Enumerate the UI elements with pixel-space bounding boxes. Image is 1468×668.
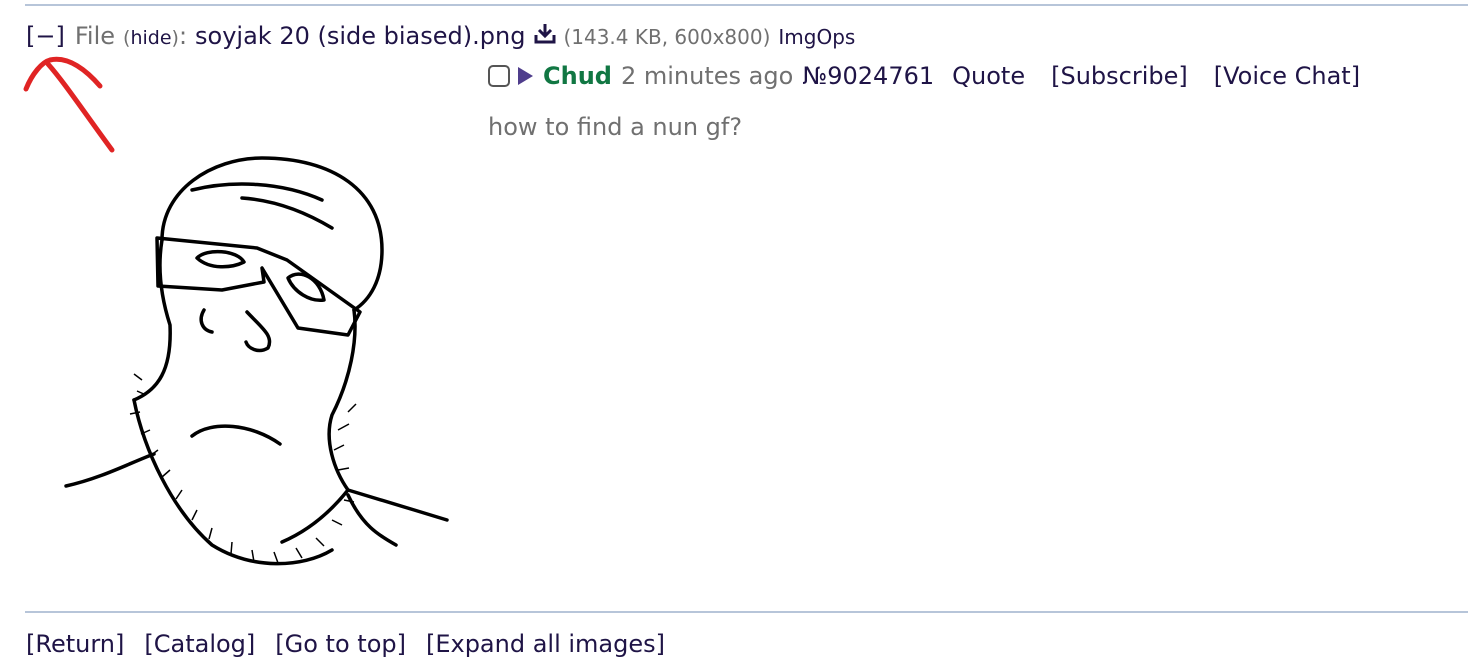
return-link[interactable]: [Return] xyxy=(26,630,124,658)
bottom-navigation: [Return] [Catalog] [Go to top] [Expand a… xyxy=(26,630,685,658)
poster-name: Chud xyxy=(543,62,612,90)
post-select-checkbox[interactable] xyxy=(488,65,510,87)
post-number-link[interactable]: №9024761 xyxy=(802,62,934,90)
download-icon[interactable] xyxy=(533,22,557,44)
subscribe-link[interactable]: [Subscribe] xyxy=(1051,62,1188,90)
expand-all-images-link[interactable]: [Expand all images] xyxy=(426,630,665,658)
post-image-thumbnail[interactable] xyxy=(62,150,452,580)
red-arrow-annotation xyxy=(23,56,115,153)
catalog-link[interactable]: [Catalog] xyxy=(144,630,255,658)
hide-link[interactable]: hide xyxy=(130,27,171,49)
file-meta: (143.4 KB, 600x800) xyxy=(563,25,771,49)
quote-link[interactable]: Quote xyxy=(952,62,1025,90)
post-menu-triangle-icon[interactable] xyxy=(518,67,533,85)
post-header: Chud 2 minutes ago №9024761 Quote [Subsc… xyxy=(488,62,1360,90)
file-label: File xyxy=(74,22,116,50)
file-colon: : xyxy=(178,22,188,50)
post-message: how to find a nun gf? xyxy=(488,113,743,141)
file-info: [−] File ( hide ) : soyjak 20 (side bias… xyxy=(26,22,855,50)
hide-close-paren: ) xyxy=(171,27,179,49)
top-divider xyxy=(25,4,1468,6)
hide-open-paren: ( xyxy=(123,27,131,49)
file-name-link[interactable]: soyjak 20 (side biased).png xyxy=(195,22,525,50)
post-time: 2 minutes ago xyxy=(620,62,794,90)
bottom-divider xyxy=(25,611,1468,613)
voice-chat-link[interactable]: [Voice Chat] xyxy=(1214,62,1360,90)
collapse-toggle[interactable]: [−] xyxy=(26,22,65,50)
imgops-link[interactable]: ImgOps xyxy=(778,25,855,49)
go-to-top-link[interactable]: [Go to top] xyxy=(275,630,406,658)
